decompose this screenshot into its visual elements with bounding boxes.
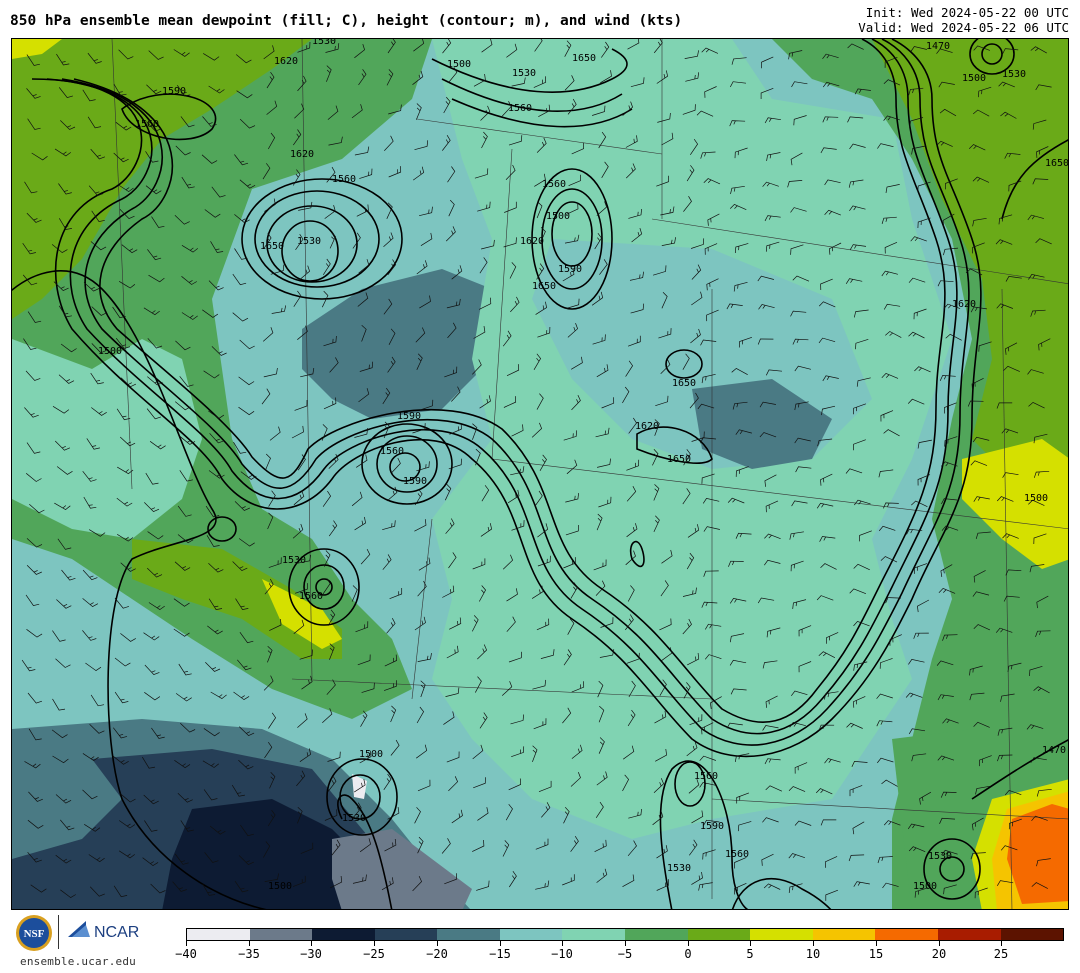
contour-label: 1500 bbox=[913, 881, 937, 892]
contour-label: 1560 bbox=[508, 103, 532, 114]
contour-label: 1500 bbox=[268, 881, 292, 892]
colorbar-segment bbox=[687, 929, 751, 940]
contour-label: 1620 bbox=[952, 299, 976, 310]
colorbar-segment bbox=[875, 929, 938, 940]
contour-label: 1620 bbox=[274, 56, 298, 67]
contour-label: 1530 bbox=[312, 39, 336, 47]
colorbar-tick bbox=[374, 941, 375, 946]
map-title: 850 hPa ensemble mean dewpoint (fill; C)… bbox=[10, 13, 683, 29]
contour-label: 1620 bbox=[635, 421, 659, 432]
contour-label: 1590 bbox=[162, 86, 186, 97]
colorbar-tick bbox=[939, 941, 940, 946]
colorbar-tick-label: −5 bbox=[617, 947, 633, 961]
svg-text:NCAR: NCAR bbox=[94, 924, 139, 941]
contour-label: 1560 bbox=[725, 849, 749, 860]
colorbar-tick bbox=[500, 941, 501, 946]
colorbar-tick-label: −35 bbox=[238, 947, 260, 961]
colorbar-tick-label: −15 bbox=[489, 947, 511, 961]
contour-label: 1470 bbox=[1042, 745, 1066, 756]
colorbar-tick bbox=[876, 941, 877, 946]
colorbar-tick bbox=[311, 941, 312, 946]
colorbar-segment bbox=[812, 929, 876, 940]
contour-label: 1500 bbox=[1024, 493, 1048, 504]
contour-label: 1590 bbox=[397, 411, 421, 422]
colorbar-tick-label: −30 bbox=[300, 947, 322, 961]
contour-label: 1650 bbox=[260, 241, 284, 252]
init-time: Init: Wed 2024-05-22 00 UTC bbox=[865, 5, 1069, 20]
contour-label: 1470 bbox=[926, 41, 950, 52]
colorbar-segment bbox=[625, 929, 688, 940]
contour-label: 1530 bbox=[342, 813, 366, 824]
colorbar-segment bbox=[499, 929, 563, 940]
colorbar-segment bbox=[187, 929, 250, 940]
contour-label: 1620 bbox=[520, 236, 544, 247]
colorbar-segment bbox=[312, 929, 375, 940]
dewpoint-colorbar bbox=[186, 928, 1064, 941]
colorbar-tick bbox=[625, 941, 626, 946]
contour-label: 1500 bbox=[962, 73, 986, 84]
footer-logos: NSF NCAR ensemble.ucar.edu bbox=[14, 913, 174, 971]
contour-label: 1530 bbox=[512, 68, 536, 79]
contour-label: 1650 bbox=[672, 378, 696, 389]
contour-label: 1500 bbox=[98, 346, 122, 357]
colorbar-tick-label: 15 bbox=[868, 947, 884, 961]
colorbar-tick bbox=[562, 941, 563, 946]
contour-label: 1530 bbox=[282, 555, 306, 566]
contour-label: 1590 bbox=[558, 264, 582, 275]
nsf-logo: NSF bbox=[16, 915, 52, 951]
colorbar-segment bbox=[562, 929, 626, 940]
contour-label: 1590 bbox=[700, 821, 724, 832]
colorbar-tick bbox=[688, 941, 689, 946]
contour-label: 1560 bbox=[380, 446, 404, 457]
colorbar-tick-label: 5 bbox=[746, 947, 754, 961]
contour-label: 1650 bbox=[572, 53, 596, 64]
colorbar-tick-label: 20 bbox=[931, 947, 947, 961]
contour-label: 1560 bbox=[332, 174, 356, 185]
time-info: Init: Wed 2024-05-22 00 UTC Valid: Wed 2… bbox=[858, 5, 1069, 35]
colorbar-segment bbox=[1000, 929, 1064, 940]
colorbar-tick bbox=[813, 941, 814, 946]
contour-label: 1500 bbox=[447, 59, 471, 70]
contour-label: 1530 bbox=[667, 863, 691, 874]
colorbar-tick-label: 25 bbox=[993, 947, 1009, 961]
colorbar-tick-label: −20 bbox=[426, 947, 448, 961]
colorbar-tick-label: −10 bbox=[551, 947, 573, 961]
valid-time: Valid: Wed 2024-05-22 06 UTC bbox=[858, 19, 1069, 35]
colorbar-tick bbox=[750, 941, 751, 946]
colorbar-segment bbox=[937, 929, 1001, 940]
contour-label: 1560 bbox=[135, 119, 159, 130]
contour-label: 1530 bbox=[1002, 69, 1026, 80]
colorbar-tick bbox=[437, 941, 438, 946]
colorbar-segment bbox=[750, 929, 813, 940]
contour-label: 1620 bbox=[290, 149, 314, 160]
colorbar-tick bbox=[249, 941, 250, 946]
contour-label: 1560 bbox=[542, 179, 566, 190]
site-url: ensemble.ucar.edu bbox=[20, 955, 136, 968]
colorbar-tick-label: 0 bbox=[684, 947, 692, 961]
colorbar-tick bbox=[1001, 941, 1002, 946]
dewpoint-map: 1530 1620 1590 1560 1500 1650 1530 1560 … bbox=[11, 38, 1069, 910]
svg-text:NSF: NSF bbox=[24, 928, 45, 940]
contour-label: 1530 bbox=[928, 851, 952, 862]
colorbar-ticks: −40 −35 −30 −25 −20 −15 −10 −5 0 5 10 15 20 25 bbox=[175, 941, 1064, 966]
ncar-logo: NCAR bbox=[68, 921, 139, 941]
colorbar-tick bbox=[186, 941, 187, 946]
colorbar-segment bbox=[249, 929, 313, 940]
contour-label: 1560 bbox=[299, 591, 323, 602]
contour-label: 1530 bbox=[297, 236, 321, 247]
contour-label: 1650 bbox=[1045, 158, 1069, 169]
colorbar-tick-label: 10 bbox=[805, 947, 821, 961]
colorbar-tick-label: −40 bbox=[175, 947, 197, 961]
contour-label: 1650 bbox=[532, 281, 556, 292]
contour-label: 1500 bbox=[546, 211, 570, 222]
colorbar-segment bbox=[437, 929, 500, 940]
contour-label: 1590 bbox=[403, 476, 427, 487]
colorbar-tick-label: −25 bbox=[363, 947, 385, 961]
colorbar-segment bbox=[374, 929, 438, 940]
